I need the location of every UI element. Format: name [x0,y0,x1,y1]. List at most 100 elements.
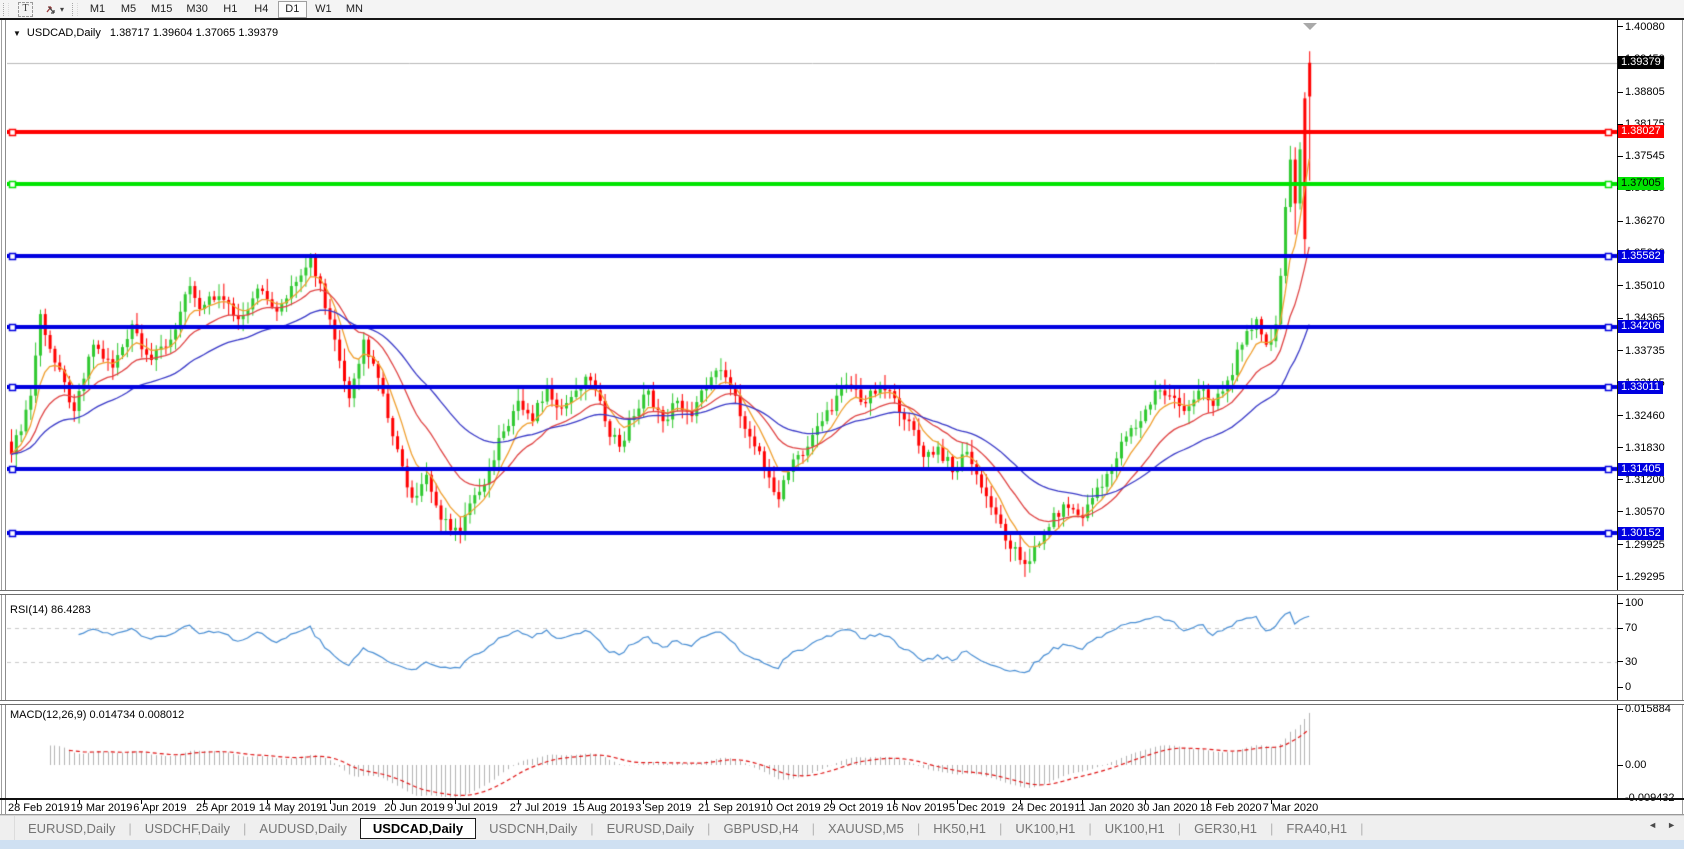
time-axis-label: 30 Jan 2020 [1137,802,1198,814]
chart-tab-hk50-h1[interactable]: HK50,H1 [920,819,999,838]
time-axis-label: 29 Oct 2019 [823,802,883,814]
status-strip [0,840,1684,849]
time-axis-label: 5 Dec 2019 [949,802,1005,814]
time-axis-label: 24 Dec 2019 [1012,802,1074,814]
time-axis-label: 7 Mar 2020 [1263,802,1319,814]
price-level-badge: 1.35582 [1618,250,1664,263]
time-axis-label: 21 Sep 2019 [698,802,760,814]
axis-tick-mark [1617,687,1623,688]
chart-tab-uk100-h1[interactable]: UK100,H1 [1092,819,1178,838]
time-axis-label: 14 May 2019 [259,802,323,814]
chart-title-arrow-icon[interactable]: ▼ [13,29,21,38]
chart-ohlc-values: 1.38717 1.39604 1.37065 1.39379 [110,27,278,39]
axis-tick-mark [1617,221,1623,222]
chart-tab-usdchf-daily[interactable]: USDCHF,Daily [132,819,243,838]
time-axis[interactable]: 28 Feb 201919 Mar 20196 Apr 201925 Apr 2… [0,800,1684,815]
current-price-badge: 1.39379 [1618,56,1664,69]
price-axis-tick: 1.37545 [1625,150,1665,162]
timeframe-button-m15[interactable]: M15 [145,1,178,18]
time-axis-label: 20 Jun 2019 [384,802,445,814]
rsi-axis-tick: 100 [1625,597,1643,609]
axis-tick-mark [1617,479,1623,480]
axis-tick-mark [1617,709,1623,710]
tab-separator: | [1360,821,1363,836]
axis-tick-mark [1617,156,1623,157]
price-level-badge: 1.34206 [1618,320,1664,333]
rsi-axis-tick: 70 [1625,622,1637,634]
price-axis-tick: 1.29925 [1625,539,1665,551]
time-axis-label: 9 Jul 2019 [447,802,498,814]
axis-tick-mark [1617,576,1623,577]
axis-tick-mark [1617,603,1623,604]
chart-tab-usdcnh-daily[interactable]: USDCNH,Daily [476,819,590,838]
panel-splitter-macd[interactable] [0,700,1684,705]
price-axis-tick: 1.31830 [1625,442,1665,454]
chart-tab-xauusd-m5[interactable]: XAUUSD,M5 [815,819,917,838]
top-toolbar: T ▾ M1M5M15M30H1H4D1W1MN [0,0,1684,19]
price-level-badge: 1.38027 [1618,125,1664,138]
timeframe-button-h1[interactable]: H1 [216,1,245,18]
price-axis-tick: 1.36270 [1625,215,1665,227]
axis-tick-mark [1617,661,1623,662]
tab-scroll-left-icon[interactable]: ◄ [1648,820,1657,830]
chart-tabs: EURUSD,Daily|USDCHF,Daily|AUDUSD,DailyUS… [15,818,1363,839]
timeframe-button-m5[interactable]: M5 [114,1,143,18]
chart-tab-uk100-h1[interactable]: UK100,H1 [1002,819,1088,838]
price-axis-tick: 1.35010 [1625,280,1665,292]
price-axis[interactable]: 1.400801.394501.388051.381751.375451.369… [1617,20,1684,800]
timeframe-button-d1[interactable]: D1 [278,1,307,18]
price-level-badge: 1.33011 [1618,381,1663,394]
timeframe-button-h4[interactable]: H4 [247,1,276,18]
price-chart-canvas[interactable] [7,20,1618,800]
price-axis-tick: 1.38805 [1625,86,1665,98]
time-axis-label: 1 Jun 2019 [322,802,376,814]
price-level-badge: 1.30152 [1618,527,1664,540]
text-tool-icon: T [18,2,33,17]
time-axis-label: 19 Mar 2019 [71,802,133,814]
chart-tab-ger30-h1[interactable]: GER30,H1 [1181,819,1270,838]
chart-tab-audusd-daily[interactable]: AUDUSD,Daily [246,819,359,838]
price-axis-tick: 1.32460 [1625,410,1665,422]
time-axis-label: 27 Jul 2019 [510,802,567,814]
text-label-tool-button[interactable]: T [14,1,37,17]
time-axis-label: 25 Apr 2019 [196,802,255,814]
toolbar-drag-handle[interactable] [72,3,78,16]
axis-tick-mark [1617,544,1623,545]
axis-tick-mark [1617,350,1623,351]
timeframe-button-mn[interactable]: MN [340,1,369,18]
time-axis-label: 28 Feb 2019 [8,802,70,814]
chart-tab-bar: EURUSD,Daily|USDCHF,Daily|AUDUSD,DailyUS… [0,815,1684,840]
chart-tab-gbpusd-h4[interactable]: GBPUSD,H4 [710,819,811,838]
price-axis-tick: 1.33735 [1625,345,1665,357]
chart-tab-eurusd-daily[interactable]: EURUSD,Daily [594,819,707,838]
chart-symbol-label: USDCAD,Daily [27,27,101,39]
panel-splitter-rsi[interactable] [0,590,1684,595]
rsi-indicator-label: RSI(14) 86.4283 [10,604,91,616]
axis-tick-mark [1617,765,1623,766]
price-axis-tick: 1.29295 [1625,571,1665,583]
price-level-badge: 1.37005 [1618,177,1664,190]
axis-tick-mark [1617,318,1623,319]
axis-tick-mark [1617,92,1623,93]
toolbar-drag-handle[interactable] [3,3,9,16]
timeframe-button-m30[interactable]: M30 [180,1,213,18]
chevron-down-icon: ▾ [60,5,64,14]
chart-tab-usdcad-daily[interactable]: USDCAD,Daily [360,818,476,839]
timeframe-button-w1[interactable]: W1 [309,1,338,18]
timeframe-button-m1[interactable]: M1 [83,1,112,18]
time-axis-label: 16 Nov 2019 [886,802,948,814]
window-frame-left [1,20,2,814]
axis-tick-mark [1617,285,1623,286]
chart-tab-eurusd-daily[interactable]: EURUSD,Daily [15,819,128,838]
tab-scroll-right-icon[interactable]: ► [1667,820,1676,830]
axis-tick-mark [1617,26,1623,27]
chart-shift-marker-icon[interactable] [1303,23,1317,30]
chart-window: 1.400801.394501.388051.381751.375451.369… [0,18,1684,815]
axis-tick-mark [1617,447,1623,448]
arrows-tool-icon [43,2,57,16]
axis-tick-mark [1617,511,1623,512]
axis-tick-mark [1617,628,1623,629]
chart-tab-fra40-h1[interactable]: FRA40,H1 [1273,819,1360,838]
tab-scroll-buttons: ◄ ► [1648,820,1676,830]
arrows-tool-button[interactable]: ▾ [39,1,68,17]
